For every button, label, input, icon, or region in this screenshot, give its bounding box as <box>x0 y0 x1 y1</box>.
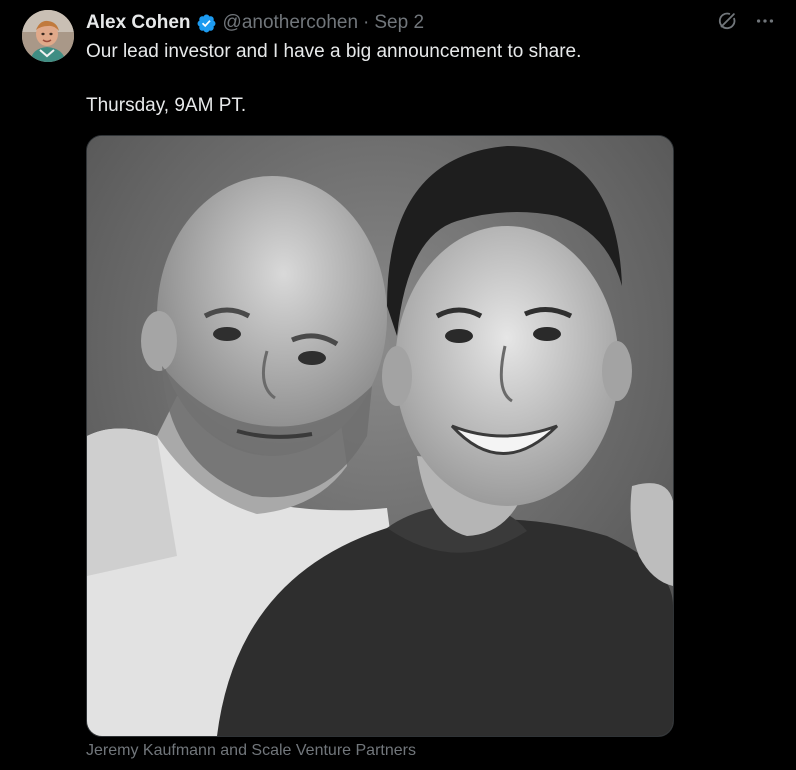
photo-two-men-image <box>87 136 673 736</box>
verified-badge-icon[interactable] <box>196 13 217 34</box>
more-icon[interactable] <box>754 10 776 32</box>
grok-icon[interactable] <box>716 10 738 32</box>
avatar[interactable] <box>22 10 74 62</box>
tweet-text-line-1: Our lead investor and I have a big annou… <box>86 41 582 62</box>
separator-dot: · <box>363 12 370 33</box>
tweet-date[interactable]: Sep 2 <box>374 10 424 36</box>
author-display-name[interactable]: Alex Cohen <box>86 10 191 36</box>
avatar-photo-icon <box>22 10 74 62</box>
tweet-header: Alex Cohen @anothercohen · Sep 2 <box>86 10 424 36</box>
tweet-photo[interactable] <box>86 135 674 737</box>
author-handle[interactable]: @anothercohen <box>223 10 359 36</box>
tweet-text-line-2: Thursday, 9AM PT. <box>86 95 247 116</box>
tweet[interactable]: Alex Cohen @anothercohen · Sep 2 Our lea… <box>0 0 796 770</box>
photo-caption: Jeremy Kaufmann and Scale Venture Partne… <box>86 742 416 759</box>
tweet-text: Our lead investor and I have a big annou… <box>86 38 766 120</box>
tweet-top-actions <box>716 10 776 32</box>
